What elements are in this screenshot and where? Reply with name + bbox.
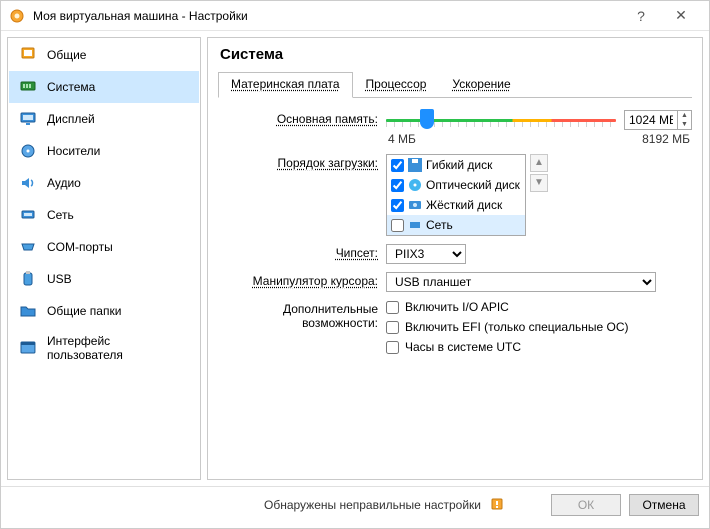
- pointer-label: Манипулятор курсора:: [218, 272, 386, 288]
- boot-item-label: Жёсткий диск: [426, 198, 502, 212]
- boot-order-list[interactable]: Гибкий диск Оптический диск Жёсткий диск: [386, 154, 526, 236]
- memory-slider[interactable]: [386, 111, 616, 129]
- help-button[interactable]: ?: [621, 8, 661, 24]
- sidebar-item-label: Интерфейс пользователя: [47, 334, 189, 362]
- warning-text: Обнаружены неправильные настройки: [264, 498, 481, 512]
- tab-label: Материнская плата: [231, 77, 340, 91]
- floppy-icon: [408, 158, 422, 172]
- sidebar-item-serial[interactable]: COM-порты: [9, 231, 199, 263]
- memory-max: 8192 МБ: [642, 132, 690, 146]
- sidebar-item-shared-folders[interactable]: Общие папки: [9, 295, 199, 327]
- close-button[interactable]: ✕: [661, 7, 701, 24]
- boot-item-harddisk[interactable]: Жёсткий диск: [387, 195, 525, 215]
- ioapic-label: Включить I/O APIC: [405, 300, 509, 314]
- sidebar-item-label: USB: [47, 272, 72, 286]
- sidebar-item-system[interactable]: Система: [9, 71, 199, 103]
- folder-icon: [19, 302, 37, 320]
- main-panel: Система Материнская плата Процессор Уско…: [207, 37, 703, 480]
- sidebar-item-display[interactable]: Дисплей: [9, 103, 199, 135]
- window-title: Моя виртуальная машина - Настройки: [33, 9, 621, 23]
- footer: Обнаружены неправильные настройки ОК Отм…: [1, 486, 709, 522]
- pointer-select[interactable]: USB планшет: [386, 272, 656, 292]
- spin-down-icon[interactable]: ▼: [678, 120, 691, 129]
- boot-move-down-button[interactable]: ▼: [530, 174, 548, 192]
- sidebar-item-label: COM-порты: [47, 240, 113, 254]
- sidebar-item-audio[interactable]: Аудио: [9, 167, 199, 199]
- boot-checkbox[interactable]: [391, 159, 404, 172]
- titlebar: Моя виртуальная машина - Настройки ? ✕: [1, 1, 709, 31]
- sidebar-item-network[interactable]: Сеть: [9, 199, 199, 231]
- advanced-label: Дополнительные возможности:: [218, 300, 386, 330]
- utc-checkbox[interactable]: [386, 341, 399, 354]
- sidebar-item-label: Носители: [47, 144, 100, 158]
- spin-up-icon[interactable]: ▲: [678, 111, 691, 120]
- tabs: Материнская плата Процессор Ускорение: [218, 71, 692, 98]
- sidebar-item-label: Система: [47, 80, 95, 94]
- harddisk-icon: [408, 198, 422, 212]
- boot-item-label: Сеть: [426, 218, 453, 232]
- usb-icon: [19, 270, 37, 288]
- sidebar-item-storage[interactable]: Носители: [9, 135, 199, 167]
- chipset-label: Чипсет:: [218, 244, 386, 260]
- warning-icon: [489, 497, 505, 513]
- network-icon: [19, 206, 37, 224]
- memory-spinbox[interactable]: ▲▼: [624, 110, 692, 130]
- sidebar-item-label: Дисплей: [47, 112, 95, 126]
- memory-input[interactable]: [625, 113, 677, 127]
- tab-label: Процессор: [366, 77, 427, 91]
- system-icon: [19, 78, 37, 96]
- sidebar-item-label: Аудио: [47, 176, 81, 190]
- efi-checkbox[interactable]: [386, 321, 399, 334]
- boot-checkbox[interactable]: [391, 199, 404, 212]
- page-title: Система: [220, 46, 692, 63]
- sidebar-item-label: Общие папки: [47, 304, 121, 318]
- settings-sidebar: Общие Система Дисплей Носители Аудио Сет…: [7, 37, 201, 480]
- app-icon: [9, 8, 25, 24]
- utc-label: Часы в системе UTC: [405, 340, 521, 354]
- network-small-icon: [408, 218, 422, 232]
- serial-icon: [19, 238, 37, 256]
- ui-icon: [19, 339, 37, 357]
- audio-icon: [19, 174, 37, 192]
- boot-item-network[interactable]: Сеть: [387, 215, 525, 235]
- sidebar-item-label: Общие: [47, 48, 86, 62]
- sidebar-item-ui[interactable]: Интерфейс пользователя: [9, 327, 199, 369]
- tab-acceleration[interactable]: Ускорение: [439, 72, 523, 98]
- sidebar-item-general[interactable]: Общие: [9, 39, 199, 71]
- cancel-button[interactable]: Отмена: [629, 494, 699, 516]
- memory-min: 4 МБ: [388, 132, 416, 146]
- sidebar-item-label: Сеть: [47, 208, 74, 222]
- boot-item-label: Оптический диск: [426, 178, 520, 192]
- slider-thumb[interactable]: [420, 109, 434, 129]
- tab-label: Ускорение: [452, 77, 510, 91]
- storage-icon: [19, 142, 37, 160]
- ok-button[interactable]: ОК: [551, 494, 621, 516]
- sidebar-item-usb[interactable]: USB: [9, 263, 199, 295]
- efi-label: Включить EFI (только специальные ОС): [405, 320, 629, 334]
- tab-motherboard[interactable]: Материнская плата: [218, 72, 353, 98]
- chipset-select[interactable]: PIIX3: [386, 244, 466, 264]
- boot-checkbox[interactable]: [391, 179, 404, 192]
- boot-item-optical[interactable]: Оптический диск: [387, 175, 525, 195]
- tab-processor[interactable]: Процессор: [353, 72, 440, 98]
- display-icon: [19, 110, 37, 128]
- boot-checkbox[interactable]: [391, 219, 404, 232]
- memory-label: Основная память:: [218, 110, 386, 126]
- optical-icon: [408, 178, 422, 192]
- boot-move-up-button[interactable]: ▲: [530, 154, 548, 172]
- boot-item-label: Гибкий диск: [426, 158, 492, 172]
- ioapic-checkbox[interactable]: [386, 301, 399, 314]
- general-icon: [19, 46, 37, 64]
- boot-item-floppy[interactable]: Гибкий диск: [387, 155, 525, 175]
- boot-label: Порядок загрузки:: [218, 154, 386, 170]
